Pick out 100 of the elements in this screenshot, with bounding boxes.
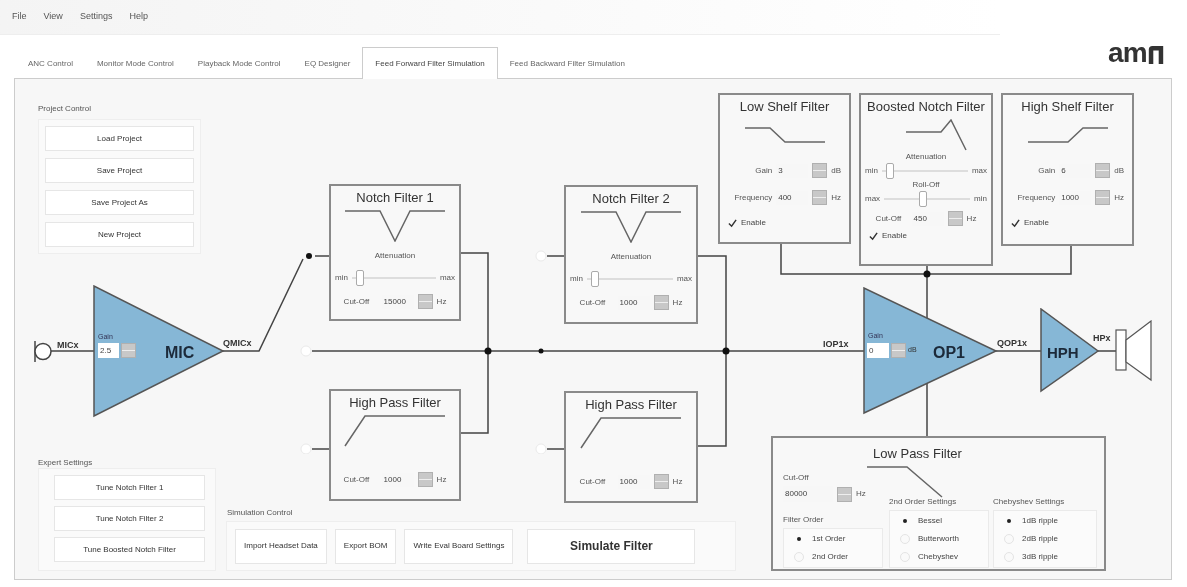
filter-title: High Shelf Filter — [1021, 99, 1114, 116]
menu-item[interactable]: Help — [129, 10, 148, 24]
group-title: Chebyshev Settings — [993, 496, 1066, 508]
tab[interactable]: EQ Designer — [292, 50, 363, 78]
filter-title: Boosted Notch Filter — [867, 99, 985, 116]
microphone-icon — [33, 340, 53, 363]
enable-label: Enable — [882, 230, 907, 243]
field-label: Gain — [1038, 164, 1056, 177]
section-title: Simulation Control — [227, 507, 293, 519]
field-label: Cut-Off — [579, 296, 607, 309]
unit-label: Hz — [672, 475, 683, 488]
spin-buttons[interactable] — [417, 472, 433, 487]
cutoff-label: Cut-Off — [783, 472, 809, 484]
radio-label: 1st Order — [812, 533, 846, 545]
radio-label: 3dB ripple — [1022, 551, 1059, 563]
unit-label: Hz — [672, 296, 683, 309]
check-icon — [728, 218, 737, 228]
spin-buttons[interactable] — [1095, 190, 1111, 206]
panel-button[interactable]: Write Eval Board Settings — [404, 528, 514, 564]
menu-item[interactable]: File — [12, 10, 27, 24]
filter-curve-icon — [580, 211, 682, 244]
enable-label: Enable — [741, 217, 766, 230]
spin-buttons[interactable] — [653, 474, 669, 489]
enable-checkbox[interactable] — [869, 231, 878, 241]
filter-curve-icon — [905, 119, 967, 152]
field-label: Cut-Off — [579, 475, 607, 488]
filter-curve-icon — [743, 127, 826, 144]
filter-curve-icon — [580, 417, 682, 450]
menu-item[interactable]: View — [43, 10, 63, 24]
filter-curve-icon — [866, 466, 943, 498]
spin-buttons[interactable] — [121, 343, 136, 358]
field-label: Cut-Off — [343, 295, 371, 308]
slider-max-label: min — [974, 193, 987, 206]
spin-buttons[interactable] — [653, 295, 669, 311]
panel-button[interactable]: Tune Notch Filter 1 — [54, 475, 205, 500]
check-icon — [1011, 218, 1020, 228]
signal-label: QOP1x — [997, 337, 1027, 350]
slider[interactable] — [884, 191, 971, 208]
slider-min-label: max — [865, 193, 881, 206]
tab[interactable]: Feed Backward Filter Simulation — [497, 50, 637, 78]
slider-thumb[interactable] — [919, 191, 928, 208]
filter-title: High Pass Filter — [585, 397, 677, 414]
filter-curve-icon — [344, 415, 446, 448]
spin-buttons[interactable] — [1095, 163, 1111, 179]
panel-button[interactable]: Export BOM — [334, 528, 397, 564]
panel-button[interactable]: Tune Notch Filter 2 — [54, 506, 205, 531]
slider-min-label: min — [570, 273, 583, 286]
field-label: Frequency — [1017, 191, 1056, 204]
panel-button[interactable]: Tune Boosted Notch Filter — [54, 537, 205, 562]
slider[interactable] — [881, 163, 968, 180]
rolloff-label: Roll-Off — [912, 179, 940, 192]
field-label: Cut-Off — [343, 473, 371, 486]
unit-label: Hz — [1114, 191, 1124, 204]
panel-button[interactable]: New Project — [45, 222, 194, 247]
enable-checkbox[interactable] — [1011, 218, 1020, 228]
slider-max-label: max — [676, 273, 692, 286]
tab[interactable]: Feed Forward Filter Simulation — [362, 47, 498, 79]
spin-buttons[interactable] — [417, 294, 433, 310]
slider[interactable] — [586, 271, 673, 288]
panel-button[interactable]: Save Project — [45, 158, 194, 183]
panel-button[interactable]: Simulate Filter — [527, 528, 696, 564]
filter-title: Low Shelf Filter — [739, 99, 830, 116]
attenuation-label: Attenuation — [610, 251, 652, 264]
spin-buttons[interactable] — [837, 486, 852, 502]
radio-label: 2nd Order — [812, 551, 849, 563]
tab[interactable]: Monitor Mode Control — [84, 50, 186, 78]
tab[interactable]: Playback Mode Control — [185, 50, 293, 78]
logo-text: am — [1107, 38, 1147, 67]
spin-buttons[interactable] — [891, 343, 906, 358]
tab[interactable]: ANC Control — [16, 50, 85, 78]
spin-buttons[interactable] — [812, 190, 828, 206]
filter-curve-icon — [1026, 127, 1109, 144]
spin-buttons[interactable] — [947, 211, 963, 227]
unit-label: Hz — [436, 473, 447, 486]
radio-label: 2dB ripple — [1022, 533, 1059, 545]
signal-label: IOP1x — [823, 338, 849, 351]
value-field[interactable]: 2.5 — [98, 343, 119, 358]
slider-max-label: max — [439, 272, 455, 285]
panel-button[interactable]: Load Project — [45, 126, 194, 151]
panel-button[interactable]: Import Headset Data — [235, 528, 327, 564]
slider-thumb[interactable] — [355, 270, 364, 287]
radio-label: Butterworth — [918, 533, 959, 545]
spin-buttons[interactable] — [812, 163, 828, 179]
slider-thumb[interactable] — [885, 163, 894, 180]
enable-checkbox[interactable] — [728, 218, 737, 228]
amplifier-name: MIC — [165, 343, 195, 363]
value-field[interactable]: 0 — [867, 343, 889, 358]
check-icon — [869, 231, 878, 241]
field-label: Frequency — [734, 191, 773, 204]
slider[interactable] — [351, 270, 436, 287]
slider-max-label: max — [971, 165, 987, 178]
unit-label: Hz — [856, 488, 866, 500]
slider-thumb[interactable] — [590, 271, 599, 288]
amplifier-name: OP1 — [933, 343, 965, 363]
panel-button[interactable]: Save Project As — [45, 190, 194, 215]
radio-label: Bessel — [918, 515, 942, 527]
signal-label: MICx — [57, 339, 79, 352]
menu-item[interactable]: Settings — [79, 10, 113, 24]
amplifier-name: HPH — [1047, 343, 1079, 363]
unit-label: Hz — [966, 212, 977, 225]
